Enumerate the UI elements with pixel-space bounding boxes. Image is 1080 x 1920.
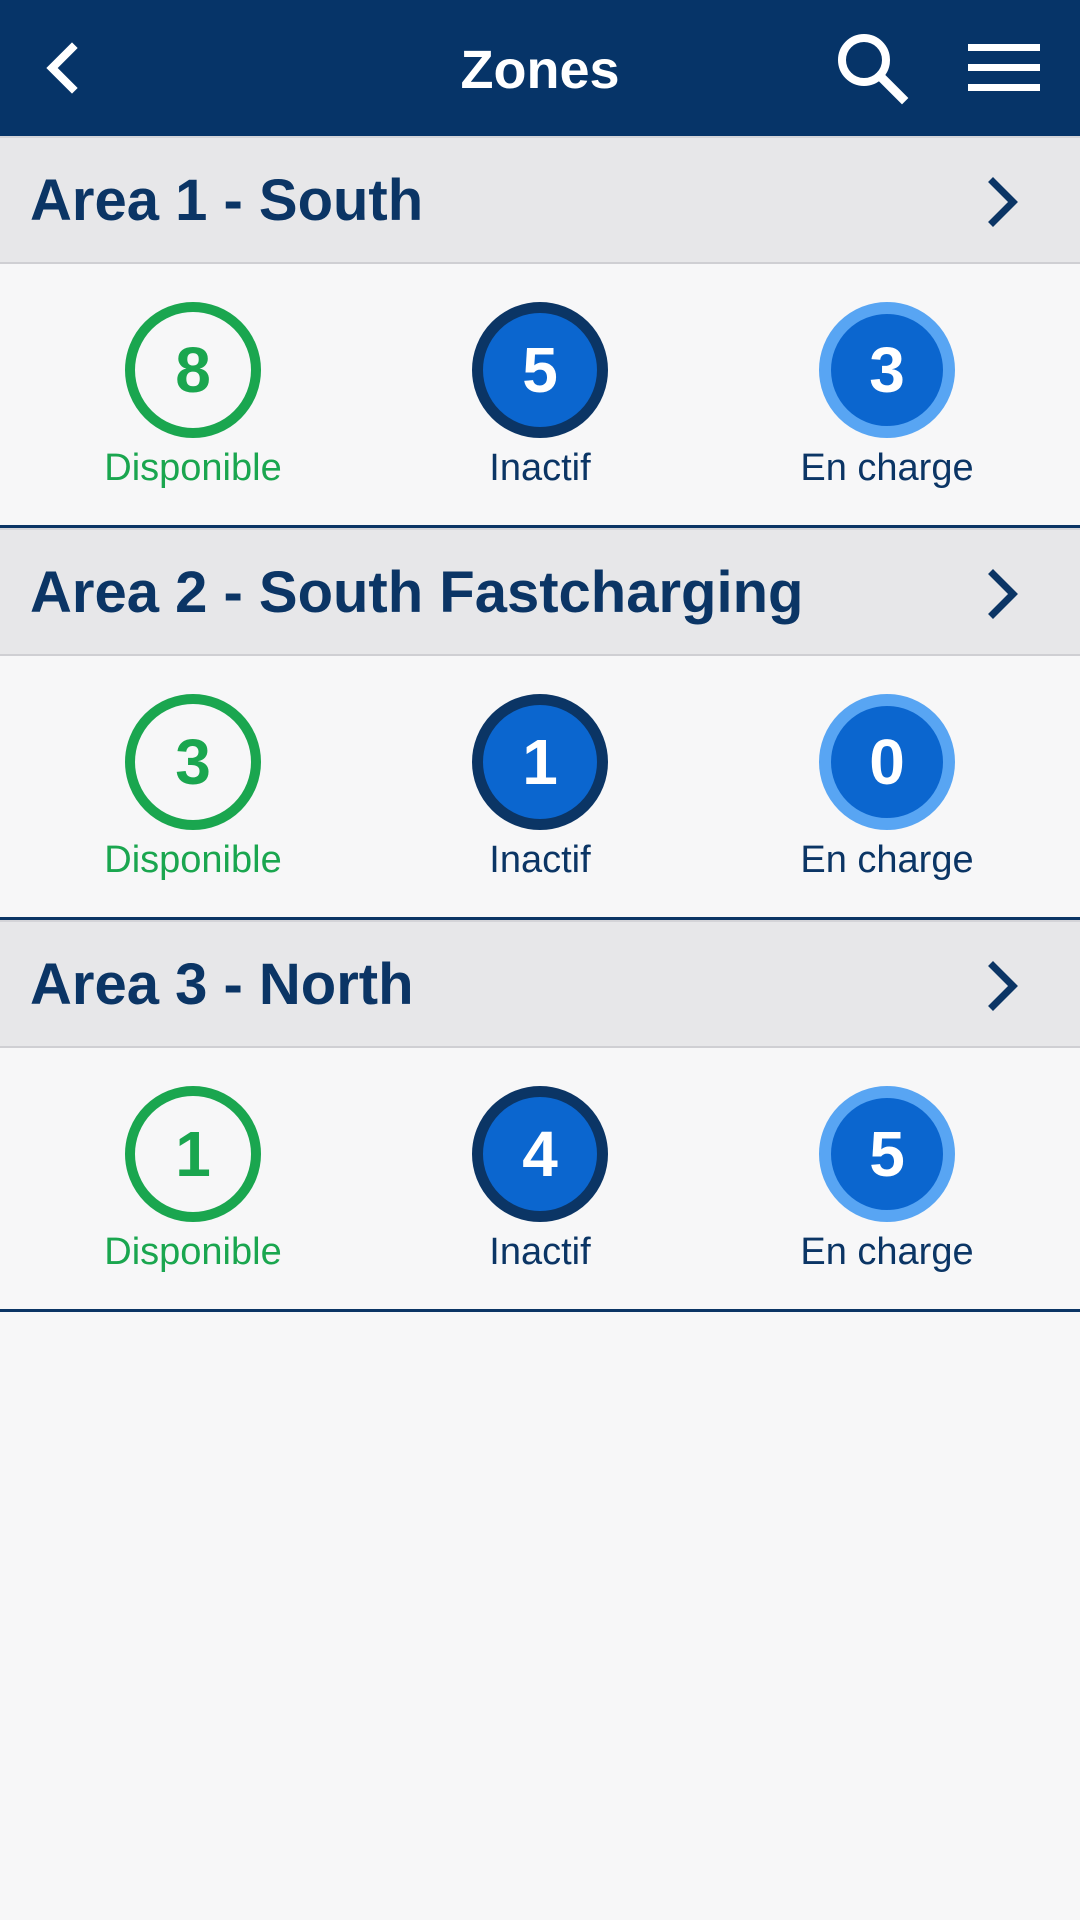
charging-stat: 3 En charge [767, 302, 1007, 492]
zone-card: Area 1 - South 8 Disponible 5 Inactif 3 … [0, 136, 1080, 528]
available-label: Disponible [104, 839, 282, 881]
available-count: 1 [125, 1086, 261, 1222]
charging-stat: 5 En charge [767, 1086, 1007, 1276]
search-button[interactable] [832, 28, 912, 108]
chevron-right-icon[interactable] [978, 958, 1028, 1014]
top-app-bar: Zones [0, 0, 1080, 136]
zone-card: Area 2 - South Fastcharging 3 Disponible… [0, 528, 1080, 920]
charging-label: En charge [800, 1231, 974, 1273]
inactive-count: 4 [472, 1086, 608, 1222]
available-stat: 1 Disponible [73, 1086, 313, 1276]
search-icon [838, 34, 909, 105]
zone-stats: 3 Disponible 1 Inactif 0 En charge [0, 656, 1080, 920]
inactive-count: 5 [472, 302, 608, 438]
zone-stats: 8 Disponible 5 Inactif 3 En charge [0, 264, 1080, 528]
inactive-label: Inactif [489, 447, 591, 489]
inactive-stat: 4 Inactif [420, 1086, 660, 1276]
available-stat: 3 Disponible [73, 694, 313, 884]
inactive-stat: 5 Inactif [420, 302, 660, 492]
page-title: Zones [460, 40, 620, 100]
zone-card: Area 3 - North 1 Disponible 4 Inactif 5 … [0, 920, 1080, 1312]
charging-count: 0 [819, 694, 955, 830]
charging-label: En charge [800, 447, 974, 489]
available-stat: 8 Disponible [73, 302, 313, 492]
inactive-count: 1 [472, 694, 608, 830]
hamburger-menu-icon [968, 44, 1040, 91]
charging-count: 5 [819, 1086, 955, 1222]
inactive-label: Inactif [489, 839, 591, 881]
charging-label: En charge [800, 839, 974, 881]
zone-stats: 1 Disponible 4 Inactif 5 En charge [0, 1048, 1080, 1312]
zone-title: Area 1 - South [30, 168, 424, 233]
chevron-right-icon[interactable] [978, 174, 1028, 230]
zone-title: Area 2 - South Fastcharging [30, 560, 804, 625]
zone-header-row[interactable]: Area 1 - South [0, 136, 1080, 264]
charging-count: 3 [819, 302, 955, 438]
inactive-stat: 1 Inactif [420, 694, 660, 884]
available-label: Disponible [104, 1231, 282, 1273]
inactive-label: Inactif [489, 1231, 591, 1273]
chevron-right-icon[interactable] [978, 566, 1028, 622]
charging-stat: 0 En charge [767, 694, 1007, 884]
zone-title: Area 3 - North [30, 952, 414, 1017]
available-label: Disponible [104, 447, 282, 489]
available-count: 8 [125, 302, 261, 438]
zone-header-row[interactable]: Area 3 - North [0, 920, 1080, 1048]
zone-header-row[interactable]: Area 2 - South Fastcharging [0, 528, 1080, 656]
available-count: 3 [125, 694, 261, 830]
menu-button[interactable] [964, 28, 1044, 108]
